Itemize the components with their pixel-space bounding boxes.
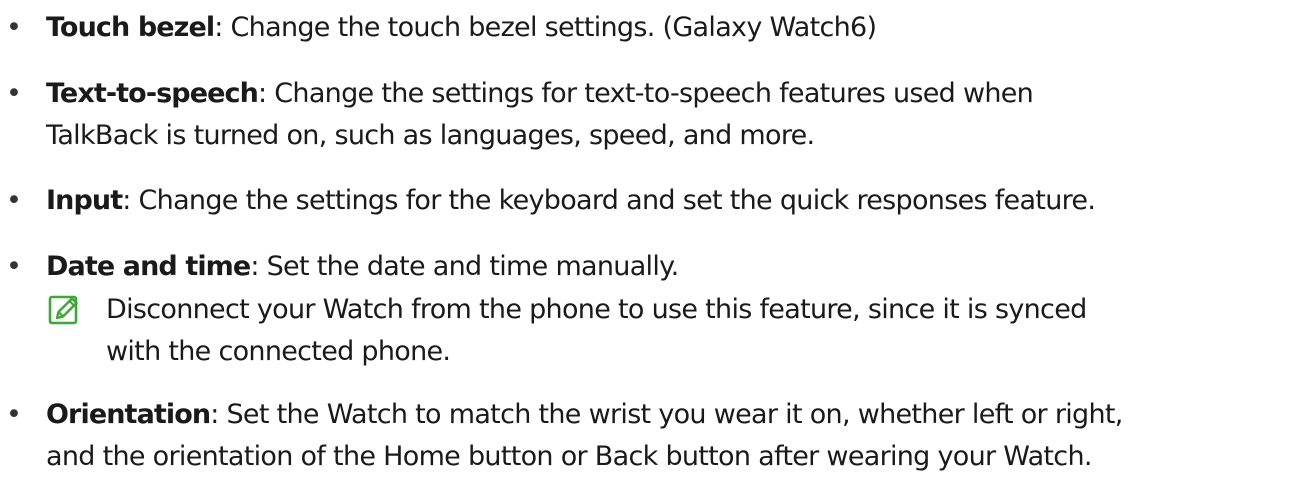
list-item-date-and-time: • Date and time: Set the date and time m… xyxy=(0,246,1301,288)
item-description: : Change the settings for the keyboard a… xyxy=(122,185,1096,216)
item-term: Text-to-speech xyxy=(46,78,259,109)
list-item-text-to-speech: • Text-to-speech: Change the settings fo… xyxy=(0,73,1301,157)
note-block: Disconnect your Watch from the phone to … xyxy=(0,289,1301,373)
bullet: • xyxy=(6,78,22,109)
item-description-continued: TalkBack is turned on, such as languages… xyxy=(46,120,815,151)
list-item-orientation: • Orientation: Set the Watch to match th… xyxy=(0,394,1301,478)
item-term: Date and time xyxy=(46,251,251,282)
list-item-input: • Input: Change the settings for the key… xyxy=(0,180,1301,222)
bullet: • xyxy=(6,251,22,282)
item-description: : Set the date and time manually. xyxy=(250,251,679,282)
item-description: : Change the settings for text-to-speech… xyxy=(257,78,1034,109)
item-description: : Change the touch bezel settings. (Gala… xyxy=(214,12,877,43)
bullet: • xyxy=(6,185,22,216)
settings-bullet-list: • Touch bezel: Change the touch bezel se… xyxy=(0,0,1301,491)
item-term: Touch bezel xyxy=(46,12,215,43)
bullet: • xyxy=(6,12,22,43)
note-pencil-icon xyxy=(48,295,78,325)
note-text-line2: with the connected phone. xyxy=(106,336,451,367)
item-description-continued: and the orientation of the Home button o… xyxy=(46,441,1092,472)
item-term: Input xyxy=(46,185,123,216)
bullet: • xyxy=(6,399,22,430)
list-item-touch-bezel: • Touch bezel: Change the touch bezel se… xyxy=(0,7,1301,49)
item-term: Orientation xyxy=(46,399,211,430)
note-text-line1: Disconnect your Watch from the phone to … xyxy=(106,294,1087,325)
item-description: : Set the Watch to match the wrist you w… xyxy=(210,399,1123,430)
